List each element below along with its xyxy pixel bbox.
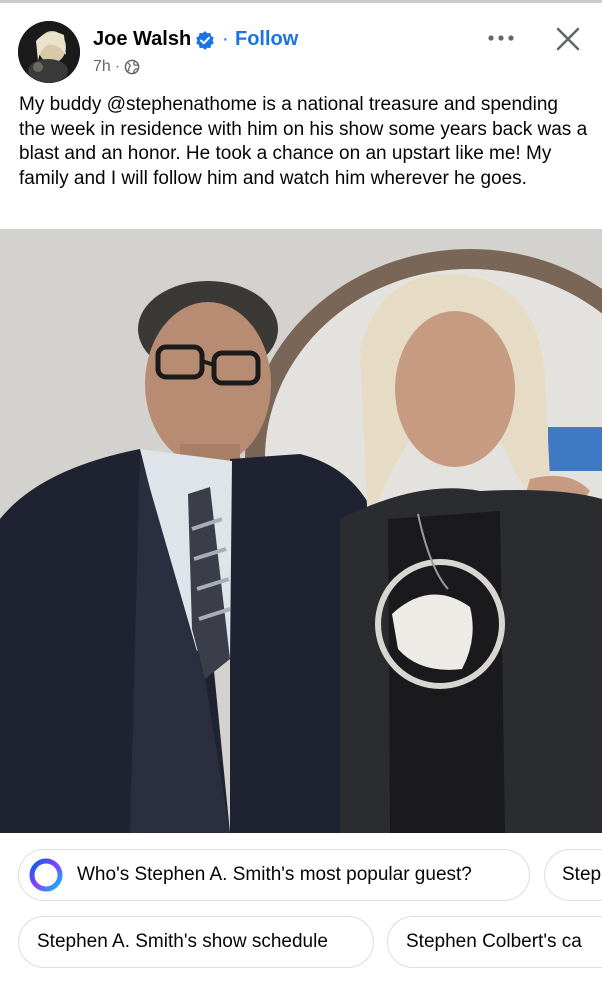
more-options-icon[interactable] — [484, 21, 518, 55]
post-timestamp[interactable]: 7h — [93, 58, 111, 76]
suggestion-chip-label: Step — [562, 864, 602, 885]
suggestion-chip-show-schedule[interactable]: Stephen A. Smith's show schedule — [18, 916, 374, 968]
meta-separator: · — [114, 58, 121, 75]
post-photo[interactable] — [0, 229, 602, 833]
author-name[interactable]: Joe Walsh — [93, 28, 191, 51]
suggestion-chip-label: Stephen Colbert's ca — [406, 931, 582, 952]
suggestion-chip-popular-guest[interactable]: Who's Stephen A. Smith's most popular gu… — [18, 849, 530, 901]
suggestion-chip-partial[interactable]: Step — [544, 849, 602, 901]
suggestion-chip-label: Who's Stephen A. Smith's most popular gu… — [77, 864, 472, 885]
post-caption: My buddy @stephenathome is a national tr… — [19, 94, 588, 189]
post-header: Joe Walsh · Follow 7h · — [0, 3, 602, 91]
close-icon[interactable] — [552, 23, 584, 55]
verified-badge-icon — [196, 31, 214, 50]
post-meta: 7h · — [93, 58, 140, 76]
globe-icon — [124, 59, 140, 75]
meta-ai-icon — [29, 858, 63, 892]
follow-separator: · — [222, 28, 229, 50]
follow-button[interactable]: Follow — [235, 28, 298, 51]
suggestion-chip-colbert[interactable]: Stephen Colbert's ca — [387, 916, 602, 968]
avatar[interactable] — [18, 21, 80, 83]
suggestion-chip-label: Stephen A. Smith's show schedule — [37, 931, 328, 952]
